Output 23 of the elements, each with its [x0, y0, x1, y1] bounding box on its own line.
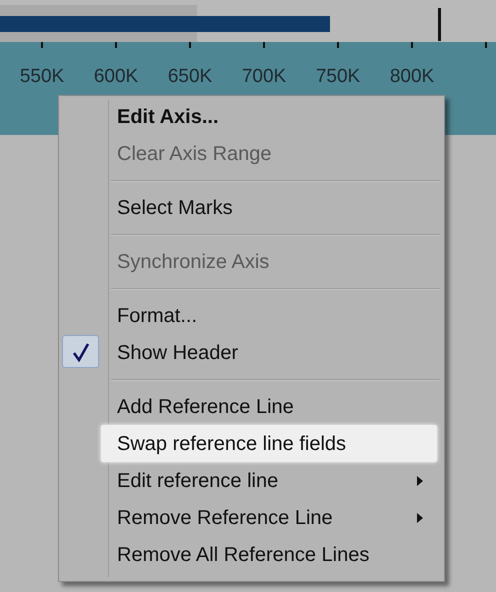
tick-mark	[41, 42, 43, 48]
tick-mark	[263, 42, 265, 48]
menu-item[interactable]: Add Reference Line	[117, 392, 294, 422]
axis-tick-label: 650K	[168, 66, 212, 87]
menu-item[interactable]: Remove All Reference Lines	[117, 540, 370, 570]
menu-item[interactable]: Show Header	[117, 338, 238, 368]
menu-item[interactable]: Edit Axis...	[117, 102, 219, 132]
axis-tick-label: 550K	[20, 66, 64, 87]
reference-line	[438, 8, 441, 41]
menu-item[interactable]: Edit reference line	[117, 466, 278, 496]
tick-mark	[189, 42, 191, 48]
axis-tick-label: 600K	[94, 66, 138, 87]
tick-mark	[485, 42, 487, 48]
menu-item[interactable]: Remove Reference Line	[117, 502, 333, 532]
axis-tick-label: 700K	[242, 66, 286, 87]
tick-mark	[411, 42, 413, 48]
menu-item[interactable]: Swap reference line fields	[117, 428, 346, 458]
tick-mark	[115, 42, 117, 48]
menu-item[interactable]: Select Marks	[117, 192, 233, 222]
axis-tick-label: 800K	[390, 66, 434, 87]
menu-item[interactable]: Format...	[117, 300, 198, 330]
tick-mark	[337, 42, 339, 48]
axis-tick-label: 750K	[316, 66, 360, 87]
